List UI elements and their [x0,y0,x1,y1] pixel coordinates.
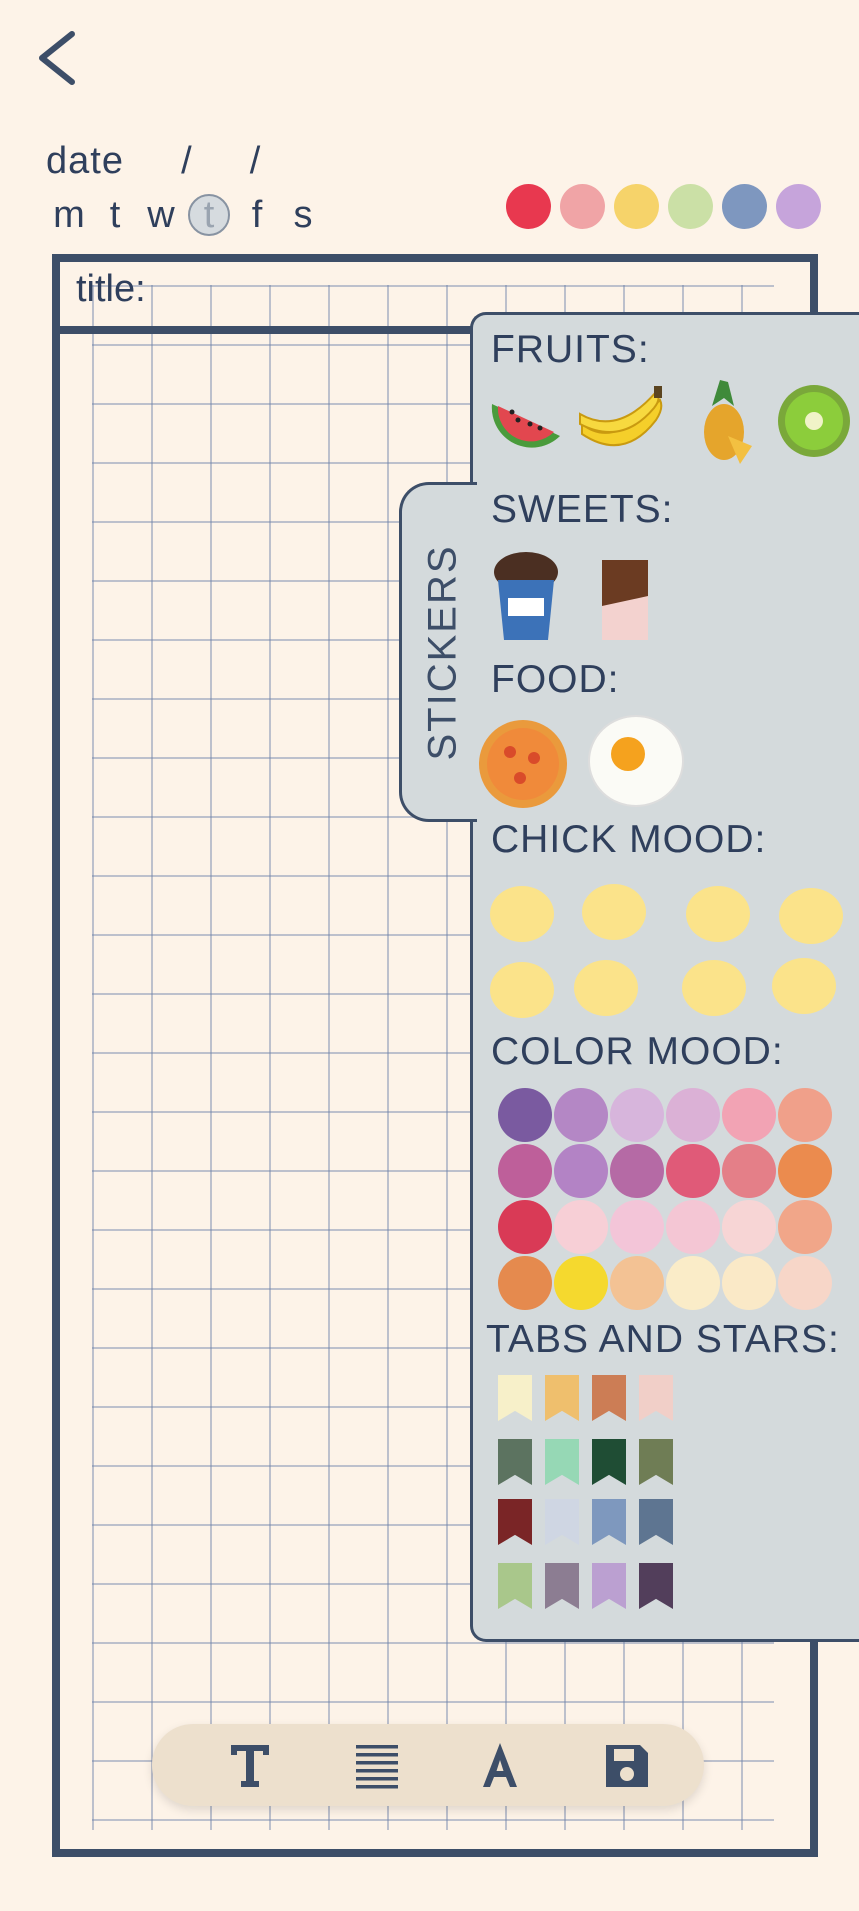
color-mood-sticker[interactable] [610,1088,664,1142]
food-heading: FOOD: [491,658,620,701]
color-mood-sticker[interactable] [666,1144,720,1198]
love-chick-sticker[interactable] [574,960,638,1016]
color-mood-sticker[interactable] [722,1200,776,1254]
color-mood-sticker[interactable] [498,1256,552,1310]
color-mood-sticker[interactable] [778,1256,832,1310]
color-mood-sticker[interactable] [498,1088,552,1142]
sweets-heading: SWEETS: [491,488,674,531]
color-mood-sticker[interactable] [778,1088,832,1142]
save-icon[interactable] [592,1730,662,1800]
fruits-heading: FRUITS: [491,328,650,371]
color-mood-sticker[interactable] [666,1256,720,1310]
banana-sticker[interactable] [574,380,668,462]
date-label: date [46,140,124,182]
ice-cream-sticker[interactable] [490,550,562,644]
weekday-saturday[interactable]: s [280,192,326,238]
chick-mood-heading: CHICK MOOD: [491,818,767,861]
color-mood-sticker[interactable] [554,1200,608,1254]
chocolate-bar-sticker[interactable] [598,556,652,644]
color-mood-heading: COLOR MOOD: [491,1030,784,1073]
color-mood-sticker[interactable] [554,1088,608,1142]
date-separator: / [181,140,193,182]
chevron-left-icon[interactable] [32,28,82,88]
weekday-monday[interactable]: m [46,192,92,238]
title-label: title: [76,268,146,310]
color-mood-sticker[interactable] [666,1088,720,1142]
neutral-chick-sticker[interactable] [582,884,646,940]
color-mood-sticker[interactable] [778,1144,832,1198]
stickers-tab-label: STICKERS [420,543,465,761]
watermelon-sticker[interactable] [488,384,564,454]
paragraph-icon[interactable] [342,1730,412,1800]
color-mood-sticker[interactable] [722,1256,776,1310]
confused-chick-sticker[interactable] [779,888,843,944]
anxious-mood-icon[interactable] [776,184,821,229]
color-mood-sticker[interactable] [554,1144,608,1198]
color-mood-sticker[interactable] [610,1144,664,1198]
sleepy-mood-icon[interactable] [668,184,713,229]
tabs-and-stars-heading: TABS AND STARS: [486,1318,840,1361]
fried-egg-sticker[interactable] [586,712,686,810]
excited-chick-sticker[interactable] [490,962,554,1018]
pineapple-sticker[interactable] [690,376,756,468]
weekday-friday[interactable]: f [234,192,280,238]
color-mood-sticker[interactable] [554,1256,608,1310]
date-line[interactable]: date / / [46,140,261,183]
worried-mood-icon[interactable] [722,184,767,229]
color-mood-sticker[interactable] [610,1200,664,1254]
happy-mood-icon[interactable] [614,184,659,229]
color-mood-sticker[interactable] [610,1256,664,1310]
date-separator: / [249,140,262,182]
weekday-selector: m t w t f s [46,192,326,238]
angry-mood-icon[interactable] [506,184,551,229]
color-mood-sticker[interactable] [778,1200,832,1254]
thumbs-up-chick-sticker[interactable] [686,886,750,942]
weekday-wednesday[interactable]: w [138,192,184,238]
kiwi-sticker[interactable] [776,383,852,459]
nervous-chick-sticker[interactable] [682,960,746,1016]
color-mood-sticker[interactable] [498,1144,552,1198]
crying-chick-sticker[interactable] [490,886,554,942]
color-mood-sticker[interactable] [666,1200,720,1254]
sleeping-chick-sticker[interactable] [772,958,836,1014]
text-icon[interactable] [215,1730,285,1800]
sad-mood-icon[interactable] [560,184,605,229]
color-mood-sticker[interactable] [722,1144,776,1198]
color-mood-sticker[interactable] [722,1088,776,1142]
font-icon[interactable] [465,1730,535,1800]
weekday-thursday[interactable]: t [188,194,230,236]
mood-selector [506,184,821,229]
pizza-sticker[interactable] [476,718,570,810]
weekday-tuesday[interactable]: t [92,192,138,238]
color-mood-sticker[interactable] [498,1200,552,1254]
